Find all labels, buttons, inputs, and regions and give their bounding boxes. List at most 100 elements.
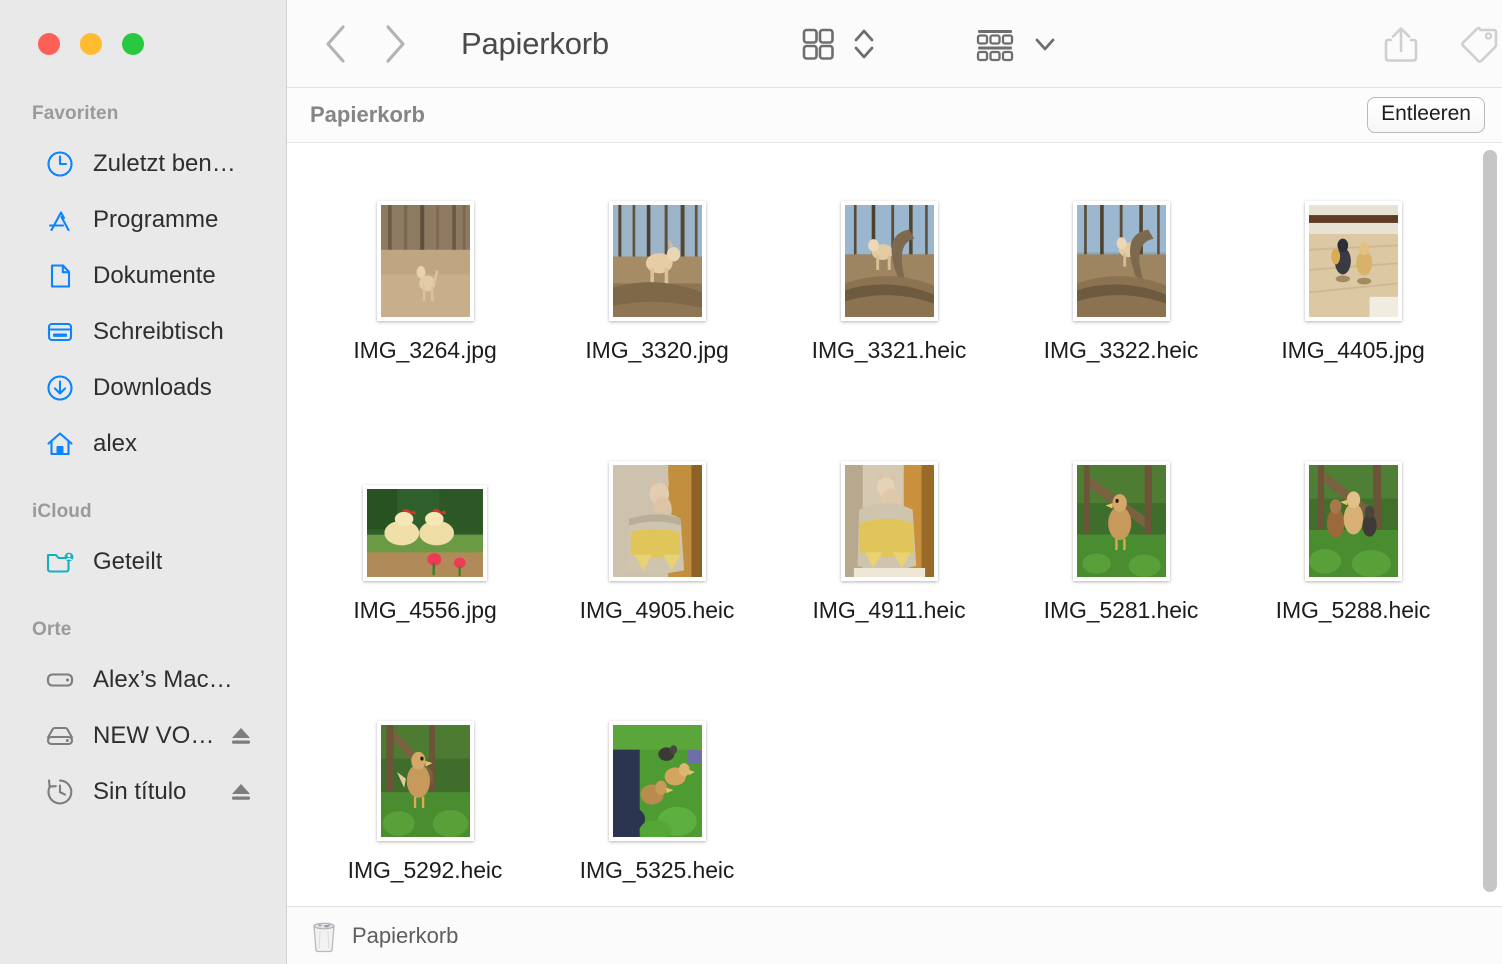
zoom-button[interactable] bbox=[122, 33, 144, 55]
sidebar-item-label: NEW VO… bbox=[93, 722, 215, 749]
trash-icon bbox=[309, 919, 339, 953]
file-item[interactable]: IMG_3322.heic bbox=[1005, 169, 1237, 429]
sidebar-item-label: alex bbox=[93, 430, 138, 457]
thumbnail-frame bbox=[608, 201, 706, 321]
file-thumbnail[interactable] bbox=[773, 429, 1005, 581]
scrollbar-thumb[interactable] bbox=[1483, 150, 1497, 892]
thumbnail-frame bbox=[840, 461, 938, 581]
sidebar-section-header: Orte bbox=[32, 619, 72, 640]
close-button[interactable] bbox=[38, 33, 60, 55]
document-icon bbox=[43, 259, 77, 293]
sidebar-section-header: iCloud bbox=[32, 501, 92, 522]
share-button[interactable] bbox=[1379, 21, 1423, 67]
file-thumbnail[interactable] bbox=[309, 689, 541, 841]
shared-folder-icon bbox=[43, 545, 77, 579]
group-chevron-down-icon[interactable] bbox=[1032, 31, 1058, 57]
downloads-icon bbox=[43, 371, 77, 405]
path-header-title: Papierkorb bbox=[310, 102, 425, 127]
file-name-label: IMG_3322.heic bbox=[1043, 337, 1199, 363]
sidebar-item-alex[interactable]: alex bbox=[10, 416, 276, 472]
thumbnail-frame bbox=[376, 201, 474, 321]
file-thumbnail[interactable] bbox=[309, 169, 541, 321]
minimize-button[interactable] bbox=[80, 33, 102, 55]
thumbnail-frame bbox=[1304, 461, 1402, 581]
view-stepper-button[interactable] bbox=[851, 22, 877, 66]
vertical-scrollbar[interactable] bbox=[1483, 143, 1497, 906]
sidebar-item-label: Programme bbox=[93, 206, 219, 233]
thumbnail-frame bbox=[363, 485, 487, 581]
file-item[interactable]: IMG_4911.heic bbox=[773, 429, 1005, 689]
file-item[interactable]: IMG_5288.heic bbox=[1237, 429, 1469, 689]
sidebar-item-label: Geteilt bbox=[93, 548, 163, 575]
file-thumbnail[interactable] bbox=[541, 169, 773, 321]
file-thumbnail[interactable] bbox=[1005, 429, 1237, 581]
file-name-label: IMG_4405.jpg bbox=[1281, 337, 1425, 363]
status-bar: Papierkorb bbox=[287, 906, 1502, 964]
file-name-label: IMG_5325.heic bbox=[579, 857, 735, 883]
thumbnail-frame bbox=[608, 461, 706, 581]
sidebar-item-label: Sin título bbox=[93, 778, 187, 805]
file-item[interactable]: IMG_4905.heic bbox=[541, 429, 773, 689]
file-item[interactable]: IMG_4556.jpg bbox=[309, 429, 541, 689]
file-thumbnail[interactable] bbox=[1005, 169, 1237, 321]
sidebar-item-schreibtisch[interactable]: Schreibtisch bbox=[10, 304, 276, 360]
photo-preview bbox=[844, 205, 934, 317]
file-item[interactable]: IMG_3264.jpg bbox=[309, 169, 541, 429]
file-thumbnail[interactable] bbox=[541, 689, 773, 841]
sidebar-item-label: Dokumente bbox=[93, 262, 216, 289]
thumbnail-frame bbox=[608, 721, 706, 841]
file-grid-area: IMG_3264.jpg IMG_3320.jpg IMG_3321.heic IMG… bbox=[287, 143, 1502, 906]
file-name-label: IMG_5292.heic bbox=[347, 857, 503, 883]
file-item[interactable]: IMG_3321.heic bbox=[773, 169, 1005, 429]
window-controls bbox=[38, 33, 144, 55]
eject-icon[interactable] bbox=[228, 723, 254, 749]
file-item[interactable]: IMG_5281.heic bbox=[1005, 429, 1237, 689]
eject-icon[interactable] bbox=[228, 779, 254, 805]
file-thumbnail[interactable] bbox=[309, 429, 541, 581]
sidebar-item-downloads[interactable]: Downloads bbox=[10, 360, 276, 416]
sidebar-item-geteilt[interactable]: Geteilt bbox=[10, 534, 276, 590]
photo-preview bbox=[612, 725, 702, 837]
sidebar-item-label: Alex’s Mac… bbox=[93, 666, 233, 693]
photo-preview bbox=[612, 205, 702, 317]
sidebar-section-spacer bbox=[0, 590, 286, 608]
file-thumbnail[interactable] bbox=[1237, 169, 1469, 321]
forward-button[interactable] bbox=[382, 22, 408, 66]
sidebar-item-programme[interactable]: Programme bbox=[10, 192, 276, 248]
sidebar-section-header: Favoriten bbox=[32, 103, 119, 124]
photo-preview bbox=[380, 205, 470, 317]
file-name-label: IMG_4905.heic bbox=[579, 597, 735, 623]
sidebar-item-sin-t-tulo[interactable]: Sin título bbox=[10, 764, 276, 820]
status-bar-label: Papierkorb bbox=[352, 922, 459, 948]
file-item[interactable]: IMG_5325.heic bbox=[541, 689, 773, 906]
sidebar-item-alex-s-mac[interactable]: Alex’s Mac… bbox=[10, 652, 276, 708]
file-thumbnail[interactable] bbox=[1237, 429, 1469, 581]
view-controls bbox=[797, 22, 877, 66]
tag-button[interactable] bbox=[1457, 22, 1501, 66]
sidebar: Favoriten Zuletzt ben… Programme Dokumente S… bbox=[0, 0, 287, 964]
file-name-label: IMG_5288.heic bbox=[1275, 597, 1431, 623]
file-item[interactable]: IMG_3320.jpg bbox=[541, 169, 773, 429]
file-thumbnail[interactable] bbox=[773, 169, 1005, 321]
applications-icon bbox=[43, 203, 77, 237]
photo-preview bbox=[1308, 465, 1398, 577]
photo-preview bbox=[1076, 465, 1166, 577]
main-area: Papierkorb Papierkorb Entleeren IMG_3264… bbox=[287, 0, 1502, 964]
file-item[interactable]: IMG_5292.heic bbox=[309, 689, 541, 906]
file-item[interactable]: IMG_4405.jpg bbox=[1237, 169, 1469, 429]
thumbnail-frame bbox=[376, 721, 474, 841]
sidebar-item-dokumente[interactable]: Dokumente bbox=[10, 248, 276, 304]
file-thumbnail[interactable] bbox=[541, 429, 773, 581]
photo-preview bbox=[367, 489, 483, 577]
sidebar-item-new-vo[interactable]: NEW VO… bbox=[10, 708, 276, 764]
icon-view-button[interactable] bbox=[797, 23, 839, 65]
sidebar-item-zuletzt-ben[interactable]: Zuletzt ben… bbox=[10, 136, 276, 192]
group-controls bbox=[972, 22, 1058, 66]
file-grid: IMG_3264.jpg IMG_3320.jpg IMG_3321.heic IMG… bbox=[287, 143, 1477, 906]
file-name-label: IMG_5281.heic bbox=[1043, 597, 1199, 623]
file-name-label: IMG_4556.jpg bbox=[353, 597, 497, 623]
group-by-button[interactable] bbox=[972, 22, 1018, 66]
empty-trash-button[interactable]: Entleeren bbox=[1367, 96, 1485, 134]
back-button[interactable] bbox=[322, 22, 348, 66]
external-drive-icon bbox=[43, 719, 77, 753]
